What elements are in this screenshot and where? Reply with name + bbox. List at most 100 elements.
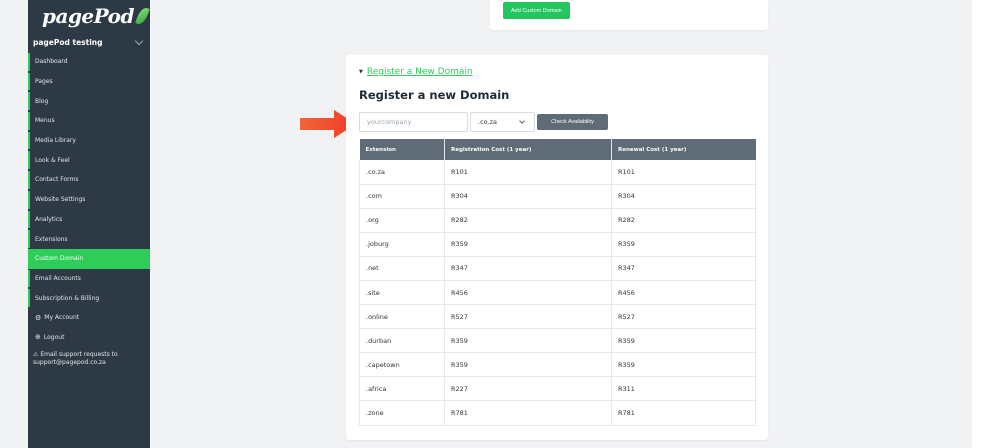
- sidebar-item-label: Extensions: [35, 235, 68, 243]
- renewal-cost-cell: R304: [611, 184, 756, 209]
- sidebar-item-label: Subscription & Billing: [35, 294, 100, 302]
- table-row: .zone R781 R781: [359, 400, 756, 426]
- renewal-cost-cell: R282: [611, 208, 756, 233]
- column-header-renewal: Renewal Cost (1 year): [611, 139, 756, 160]
- sidebar-item-blog[interactable]: Blog: [28, 91, 150, 111]
- section-title: Register a new Domain: [359, 88, 510, 102]
- renewal-cost-cell: R101: [611, 160, 756, 185]
- tld-select[interactable]: .co.za: [470, 112, 535, 132]
- chevron-down-icon: [134, 36, 144, 46]
- support-note: ⚠ Email support requests to support@page…: [28, 347, 150, 367]
- column-header-registration: Registration Cost (1 year): [444, 139, 612, 160]
- extension-cell: .africa: [359, 376, 445, 402]
- gear-icon: ⚙: [35, 313, 42, 322]
- register-domain-link[interactable]: Register a New Domain: [367, 67, 473, 77]
- table-row: .net R347 R347: [359, 256, 756, 281]
- sidebar-item-menus[interactable]: Menus: [28, 111, 150, 131]
- sidebar-item-my-account[interactable]: ⚙ My Account: [28, 308, 150, 328]
- register-domain-card: ▼ Register a New Domain Register a new D…: [346, 55, 768, 440]
- sidebar-item-label: My Account: [44, 314, 80, 322]
- site-selector-label: pagePod testing: [33, 37, 103, 47]
- sidebar-item-label: Pages: [35, 78, 53, 86]
- registration-cost-cell: R527: [444, 304, 612, 330]
- sidebar-item-label: Email Accounts: [35, 274, 81, 282]
- sidebar-item-email-accounts[interactable]: Email Accounts: [28, 269, 150, 289]
- sidebar-item-custom-domain[interactable]: Custom Domain: [28, 248, 150, 269]
- extension-cell: .site: [359, 280, 445, 306]
- column-header-extension: Extension: [359, 139, 445, 160]
- support-line-1: Email support requests to: [40, 351, 118, 359]
- extension-cell: .org: [359, 208, 445, 233]
- renewal-cost-cell: R347: [611, 256, 756, 281]
- sidebar-item-label: Website Settings: [35, 196, 86, 204]
- sidebar-item-label: Menus: [35, 117, 55, 125]
- registration-cost-cell: R359: [444, 232, 612, 257]
- registration-cost-cell: R456: [444, 280, 612, 306]
- sidebar-item-label: Custom Domain: [35, 255, 84, 263]
- table-row: .co.za R101 R101: [359, 160, 756, 185]
- leaf-icon: [135, 6, 150, 26]
- caret-down-icon: ▼: [359, 69, 363, 75]
- sidebar-item-logout[interactable]: ⊕ Logout: [28, 328, 150, 348]
- check-availability-button[interactable]: Check Availability: [537, 114, 608, 130]
- page-margin: [972, 0, 1000, 448]
- extension-cell: .online: [359, 304, 445, 330]
- sidebar-nav: Dashboard Pages Blog Menus Media Library…: [28, 52, 150, 367]
- register-domain-toggle[interactable]: ▼ Register a New Domain: [359, 67, 473, 77]
- sidebar-item-website-settings[interactable]: Website Settings: [28, 190, 150, 210]
- tld-select-value: .co.za: [478, 118, 497, 126]
- renewal-cost-cell: R359: [611, 328, 756, 354]
- extension-cell: .joburg: [359, 232, 445, 257]
- sidebar-item-look-feel[interactable]: Look & Feel: [28, 150, 150, 170]
- support-email[interactable]: support@pagepod.co.za: [33, 359, 106, 366]
- renewal-cost-cell: R456: [611, 280, 756, 306]
- sidebar-item-label: Blog: [35, 97, 49, 105]
- registration-cost-cell: R359: [444, 328, 612, 354]
- table-row: .com R304 R304: [359, 184, 756, 209]
- sidebar-item-media-library[interactable]: Media Library: [28, 131, 150, 151]
- logout-icon: ⊕: [35, 333, 41, 342]
- registration-cost-cell: R304: [444, 184, 612, 209]
- extension-cell: .zone: [359, 400, 445, 426]
- sidebar: pagePod pagePod testing Dashboard Pages …: [28, 0, 150, 448]
- renewal-cost-cell: R359: [611, 232, 756, 257]
- chevron-down-icon: [519, 118, 525, 124]
- registration-cost-cell: R347: [444, 256, 612, 281]
- registration-cost-cell: R101: [444, 160, 612, 185]
- add-custom-domain-button[interactable]: Add Custom Domain: [503, 2, 570, 19]
- table-row: .joburg R359 R359: [359, 232, 756, 257]
- pricing-table: Extension Registration Cost (1 year) Ren…: [359, 139, 756, 426]
- extension-cell: .net: [359, 256, 445, 281]
- registration-cost-cell: R781: [444, 400, 612, 426]
- warning-icon: ⚠: [33, 351, 39, 359]
- table-row: .africa R227 R311: [359, 376, 756, 402]
- logo[interactable]: pagePod: [42, 1, 150, 31]
- site-selector[interactable]: pagePod testing: [28, 34, 150, 50]
- table-row: .org R282 R282: [359, 208, 756, 233]
- table-row: .site R456 R456: [359, 280, 756, 306]
- registration-cost-cell: R359: [444, 352, 612, 378]
- extension-cell: .com: [359, 184, 445, 209]
- sidebar-item-analytics[interactable]: Analytics: [28, 210, 150, 230]
- extension-cell: .capetown: [359, 352, 445, 378]
- sidebar-item-subscription-billing[interactable]: Subscription & Billing: [28, 288, 150, 308]
- sidebar-item-label: Look & Feel: [35, 156, 70, 164]
- logo-text: pagePod: [42, 4, 134, 28]
- renewal-cost-cell: R311: [611, 376, 756, 402]
- custom-domain-card: Add Custom Domain: [490, 0, 768, 30]
- sidebar-item-label: Contact Forms: [35, 176, 79, 184]
- sidebar-item-label: Logout: [43, 333, 65, 341]
- sidebar-item-label: Media Library: [35, 137, 76, 145]
- sidebar-item-pages[interactable]: Pages: [28, 72, 150, 92]
- renewal-cost-cell: R527: [611, 304, 756, 330]
- table-row: .durban R359 R359: [359, 328, 756, 354]
- domain-name-input[interactable]: [359, 112, 468, 132]
- sidebar-item-extensions[interactable]: Extensions: [28, 229, 150, 249]
- extension-cell: .durban: [359, 328, 445, 354]
- sidebar-item-label: Analytics: [35, 215, 63, 223]
- sidebar-item-label: Dashboard: [35, 58, 68, 66]
- sidebar-item-dashboard[interactable]: Dashboard: [28, 52, 150, 72]
- sidebar-item-contact-forms[interactable]: Contact Forms: [28, 170, 150, 190]
- extension-cell: .co.za: [359, 160, 445, 185]
- registration-cost-cell: R282: [444, 208, 612, 233]
